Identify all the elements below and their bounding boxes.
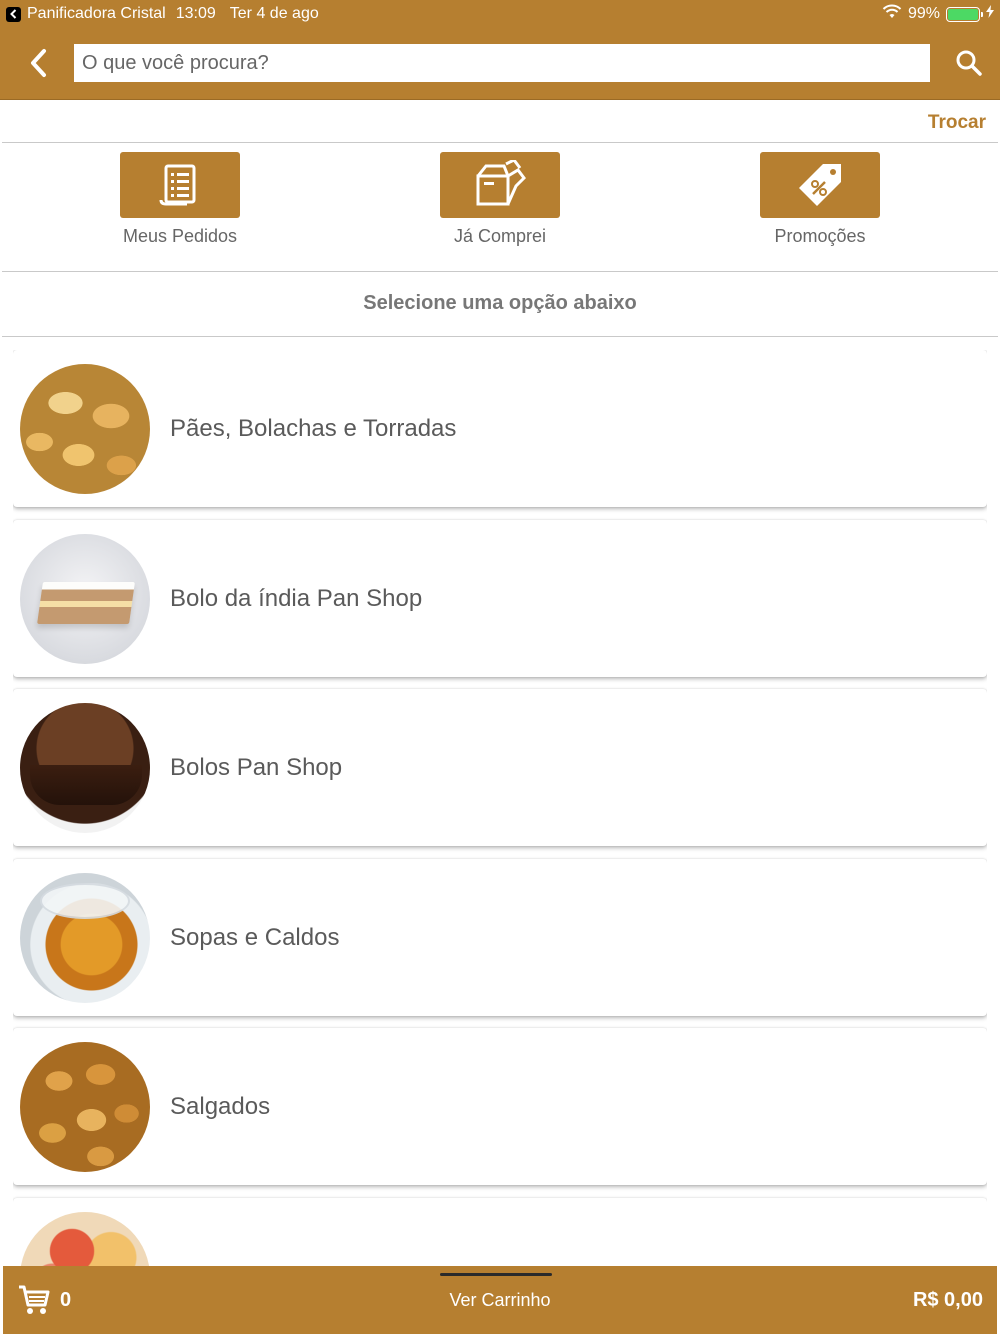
divider-top bbox=[2, 142, 998, 143]
category-card-bolos[interactable]: Bolos Pan Shop bbox=[13, 689, 987, 846]
chocolate-drip-shape bbox=[30, 764, 142, 805]
app-header: Panificadora Cristal 13:09 Ter 4 de ago … bbox=[0, 0, 1000, 100]
category-card-partial[interactable] bbox=[13, 1198, 987, 1266]
status-date: Ter 4 de ago bbox=[229, 5, 319, 22]
open-box-icon bbox=[476, 160, 526, 206]
chevron-left-icon bbox=[31, 49, 46, 77]
view-cart-button[interactable]: Ver Carrinho bbox=[3, 1290, 997, 1311]
cake-slice-shape bbox=[37, 581, 135, 624]
category-card-bolo-india[interactable]: Bolo da índia Pan Shop bbox=[13, 520, 987, 677]
cart-bar[interactable]: 0 Ver Carrinho R$ 0,00 bbox=[3, 1266, 997, 1334]
receipt-icon bbox=[159, 164, 196, 206]
battery-percentage: 99% bbox=[907, 5, 940, 22]
quick-action-label: Meus Pedidos bbox=[122, 226, 238, 246]
category-list[interactable]: Pães, Bolachas e Torradas Bolo da índia … bbox=[13, 350, 987, 1266]
search-button[interactable] bbox=[948, 44, 990, 82]
category-image-bread bbox=[20, 363, 150, 494]
status-left: Panificadora Cristal 13:09 Ter 4 de ago bbox=[6, 5, 319, 23]
quick-action-tile[interactable] bbox=[120, 152, 240, 218]
battery-fill bbox=[948, 8, 978, 20]
category-image-savory-snacks bbox=[20, 1041, 150, 1172]
quick-action-my-orders[interactable]: Meus Pedidos bbox=[100, 152, 260, 247]
category-image-soup bbox=[20, 872, 150, 1003]
status-time: 13:09 bbox=[175, 5, 216, 22]
category-label: Salgados bbox=[170, 1092, 271, 1120]
category-card-salgados[interactable]: Salgados bbox=[13, 1028, 987, 1185]
quick-action-tile[interactable] bbox=[760, 152, 880, 218]
category-image-cake-slice bbox=[20, 533, 150, 664]
back-to-app-icon[interactable] bbox=[6, 6, 21, 22]
quick-actions: Meus Pedidos Já Comprei Promoções bbox=[0, 152, 1000, 252]
soup-lid-shape bbox=[40, 882, 130, 919]
quick-action-tile[interactable] bbox=[440, 152, 560, 218]
category-card-paes[interactable]: Pães, Bolachas e Torradas bbox=[13, 350, 987, 507]
drag-handle[interactable] bbox=[440, 1273, 552, 1276]
status-right: 99% bbox=[882, 4, 994, 24]
category-label: Bolos Pan Shop bbox=[170, 753, 343, 781]
charging-bolt-icon bbox=[986, 5, 994, 23]
category-label: Sopas e Caldos bbox=[170, 923, 340, 951]
change-store-link[interactable]: Trocar bbox=[928, 112, 986, 134]
quick-action-label: Já Comprei bbox=[453, 226, 547, 246]
back-button[interactable] bbox=[20, 44, 56, 82]
category-label: Pães, Bolachas e Torradas bbox=[170, 414, 457, 442]
cart-total: R$ 0,00 bbox=[912, 1289, 983, 1311]
divider-bottom bbox=[2, 336, 998, 337]
quick-action-promotions[interactable]: Promoções bbox=[740, 152, 900, 247]
search-icon bbox=[956, 50, 982, 76]
status-app-name[interactable]: Panificadora Cristal bbox=[27, 5, 166, 23]
status-bar: Panificadora Cristal 13:09 Ter 4 de ago … bbox=[0, 0, 1000, 28]
category-image-chocolate-cake bbox=[20, 702, 150, 833]
category-image-cold-cuts bbox=[20, 1211, 150, 1266]
quick-action-already-bought[interactable]: Já Comprei bbox=[420, 152, 580, 247]
search-input[interactable] bbox=[74, 44, 930, 82]
battery-icon bbox=[946, 6, 983, 22]
quick-action-label: Promoções bbox=[774, 226, 866, 246]
wifi-icon bbox=[882, 4, 902, 24]
discount-tag-icon bbox=[799, 164, 841, 206]
section-title: Selecione uma opção abaixo bbox=[363, 292, 637, 314]
divider-middle bbox=[2, 271, 998, 272]
category-card-sopas[interactable]: Sopas e Caldos bbox=[13, 859, 987, 1016]
category-label: Bolo da índia Pan Shop bbox=[170, 584, 423, 612]
